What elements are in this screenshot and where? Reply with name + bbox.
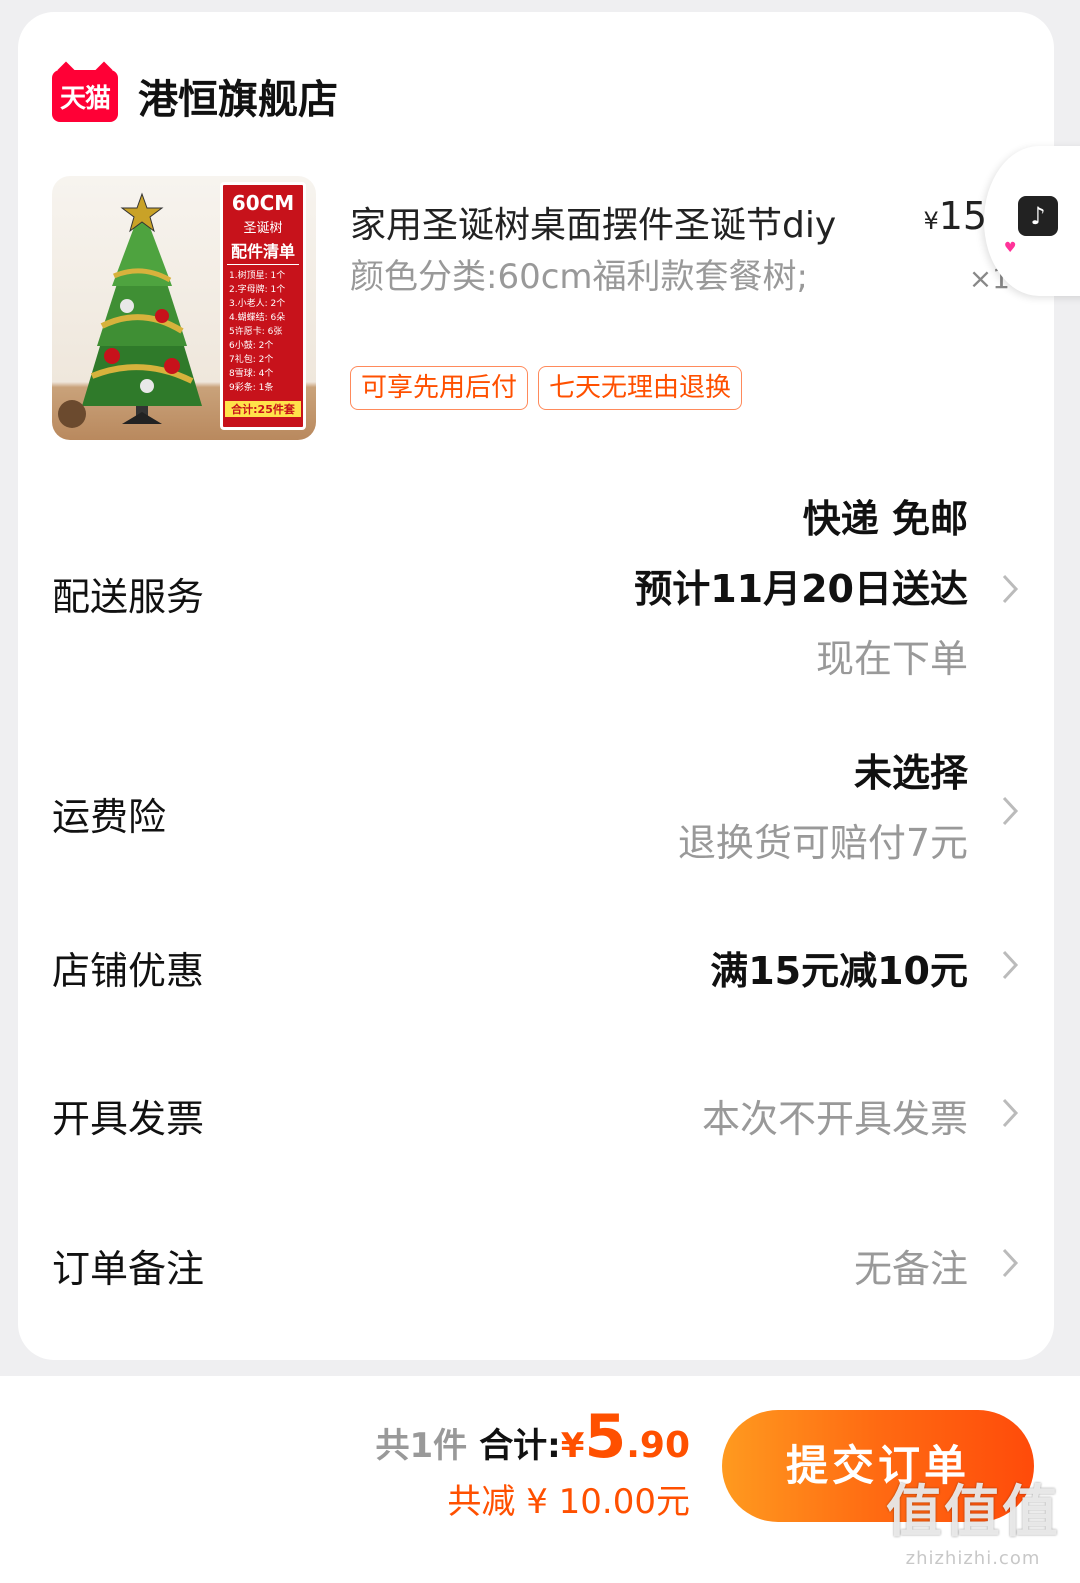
insurance-status: 未选择 [853,751,968,795]
discount-value: 满15元减10元 [710,949,968,993]
tag-seven-day-return: 七天无理由退换 [538,366,743,410]
accessory-list-panel: 60CM 圣诞树 配件清单 1.树顶星: 1个 2.字母牌: 1个 3.小老人:… [220,182,306,430]
delivery-eta: 预计11月20日送达 [634,567,968,611]
product-image[interactable]: 60CM 圣诞树 配件清单 1.树顶星: 1个 2.字母牌: 1个 3.小老人:… [52,176,316,440]
note-label: 订单备注 [52,1247,205,1291]
product-title[interactable]: 家用圣诞树桌面摆件圣诞节diy [350,196,836,248]
chevron-right-icon [1000,1246,1020,1280]
heart-icon: ♥ [1004,240,1017,256]
note-value: 无备注 [853,1247,968,1291]
shop-header[interactable]: 天猫 港恒旗舰店 [52,68,338,124]
total-saved: 共减 ¥ 10.00元 [447,1482,690,1522]
checkout-bar: 共1件 合计: ¥5.90 共减 ¥ 10.00元 提交订单 值值值 zhizh… [0,1376,1080,1583]
chevron-right-icon [1000,572,1020,606]
delivery-note: 现在下单 [815,637,968,681]
christmas-tree-icon [58,192,202,428]
delivery-method: 快递 免邮 [802,497,968,541]
shop-discount-row[interactable]: 店铺优惠 满15元减10元 [52,936,1020,996]
insurance-desc: 退换货可赔付7元 [677,821,968,865]
discount-label: 店铺优惠 [52,949,205,993]
invoice-value: 本次不开具发票 [701,1097,968,1141]
order-total: 共1件 合计: ¥5.90 [375,1402,690,1472]
insurance-label: 运费险 [52,795,167,839]
watermark: 值值值 zhizhizhi.com [886,1480,1060,1569]
chevron-right-icon [1000,1096,1020,1130]
shipping-insurance-row[interactable]: 运费险 未选择 退换货可赔付7元 [52,742,1020,882]
order-note-row[interactable]: 订单备注 无备注 [52,1234,1020,1294]
product-tags: 可享先用后付 七天无理由退换 [350,366,743,410]
item-count: 共1件 [375,1426,468,1466]
order-card: 天猫 港恒旗舰店 60CM 圣诞树 配件清单 1.树顶星: 1个 2.字母牌: … [18,12,1080,1360]
invoice-row[interactable]: 开具发票 本次不开具发票 [52,1084,1020,1144]
chevron-right-icon [1000,794,1020,828]
invoice-label: 开具发票 [52,1097,205,1141]
total-amount: 5 [584,1402,627,1472]
total-label: 合计: [479,1426,561,1466]
product-spec[interactable]: 颜色分类:60cm福利款套餐树; [350,250,850,304]
tmall-logo-icon: 天猫 [52,70,118,122]
chevron-right-icon [1000,948,1020,982]
delivery-row[interactable]: 配送服务 快递 免邮 预计11月20日送达 现在下单 [52,488,1020,698]
tag-pay-later: 可享先用后付 [350,366,529,410]
tiktok-icon: ♪ [1018,196,1058,236]
delivery-label: 配送服务 [52,575,205,619]
shop-name[interactable]: 港恒旗舰店 [138,67,338,125]
